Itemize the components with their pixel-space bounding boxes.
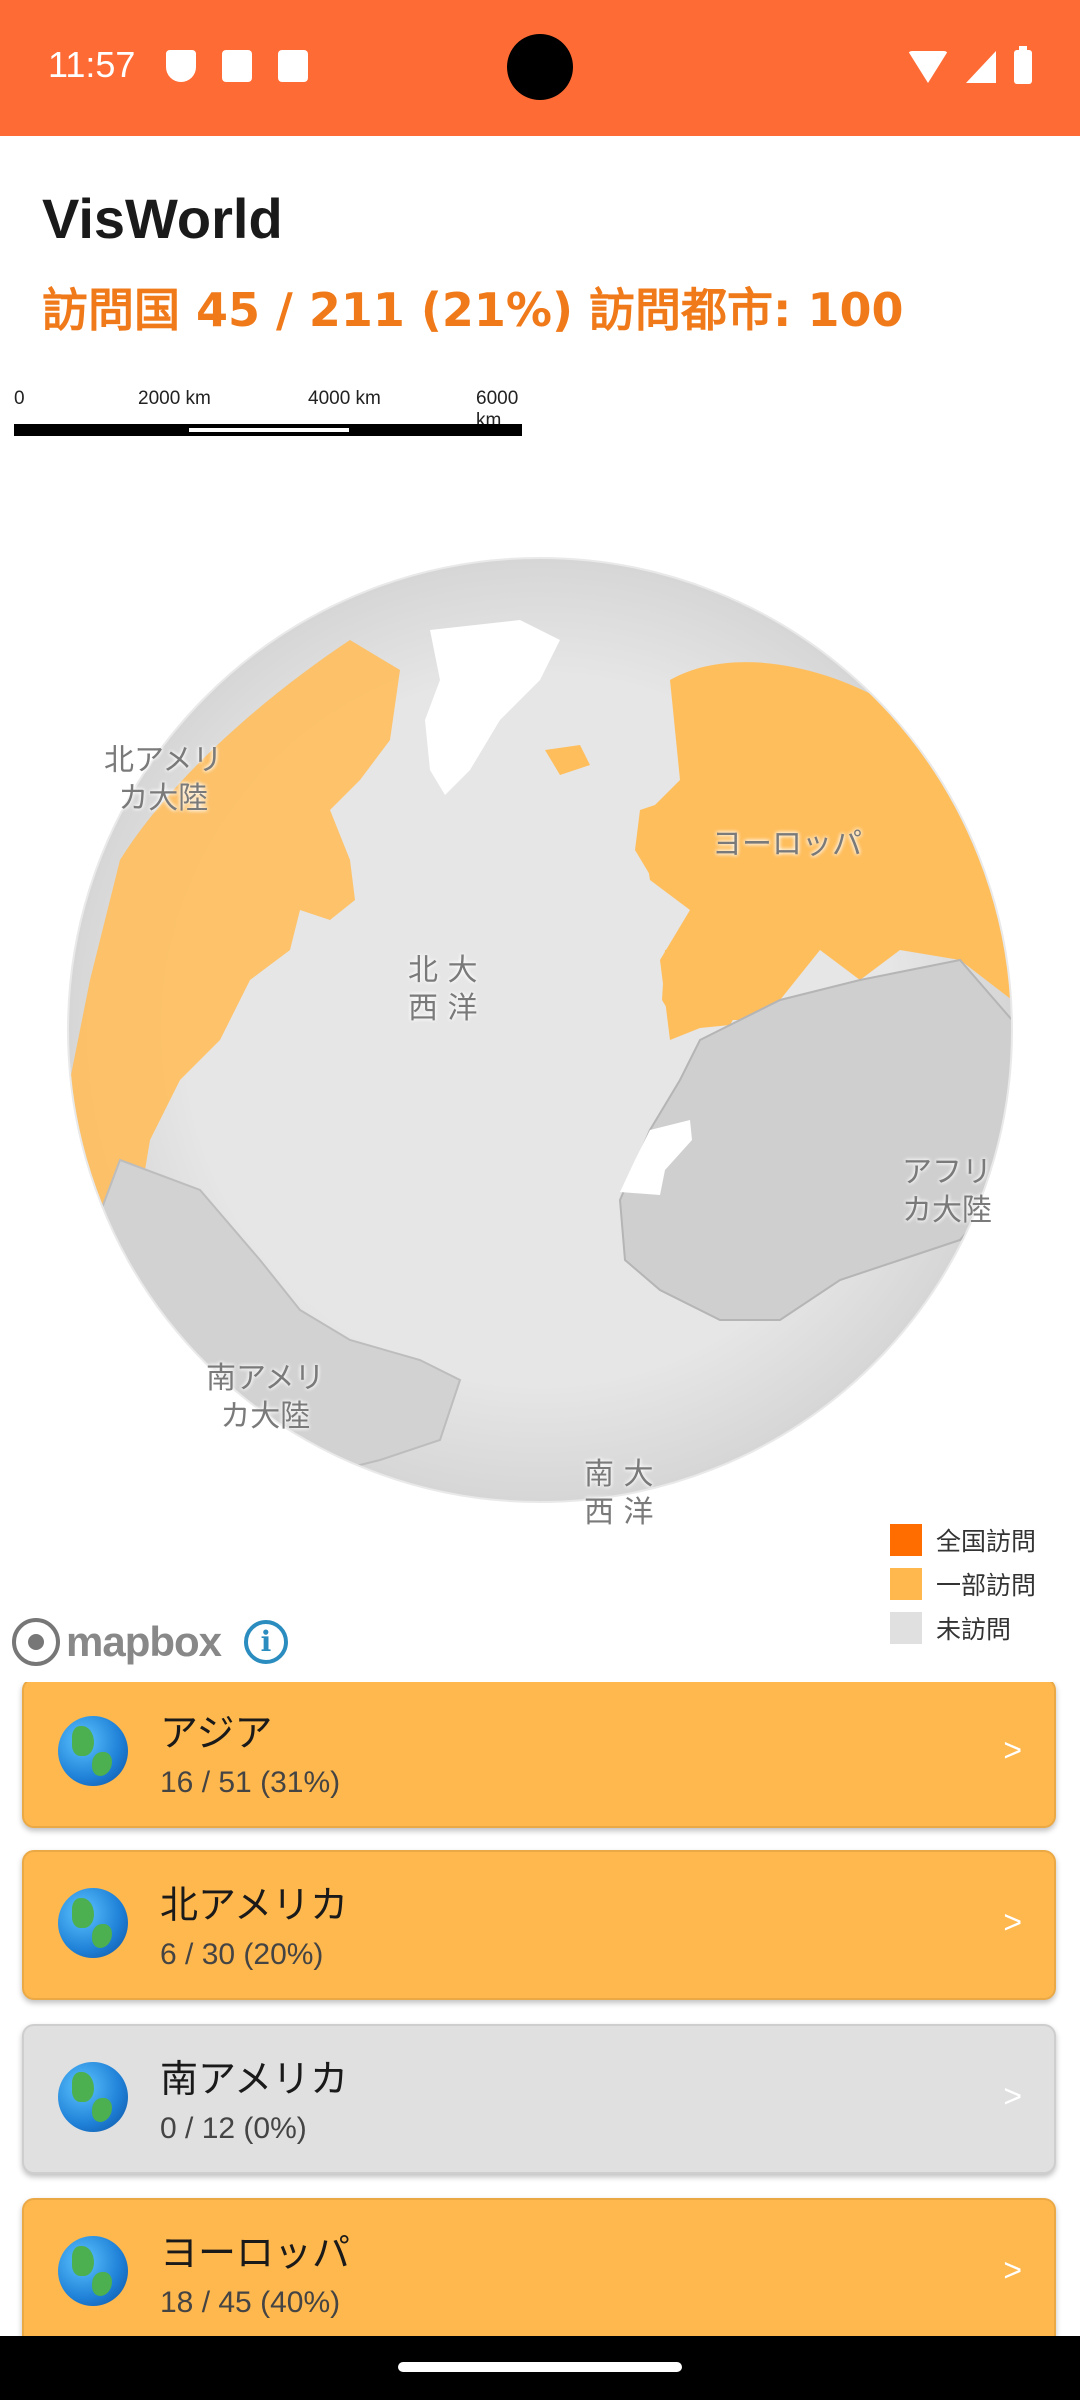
info-icon[interactable]: i — [244, 1620, 288, 1664]
legend-item-full: 全国訪問 — [890, 1518, 1036, 1562]
continent-name: アジア — [160, 1711, 273, 1755]
status-time: 11:57 — [48, 44, 136, 85]
globe[interactable] — [0, 480, 1080, 1680]
system-icons — [908, 46, 1032, 84]
label-south-america: 南アメリ カ大陸 — [206, 1361, 325, 1434]
legend-item-none: 未訪問 — [890, 1606, 1036, 1650]
continent-progress: 16 / 51 (31%) — [160, 1766, 341, 1799]
scale-bar-segment — [189, 428, 349, 432]
legend-swatch-partial — [890, 1568, 922, 1600]
scale-label-4000: 4000 km — [308, 388, 381, 409]
continent-card-south-america[interactable]: 南アメリカ 0 / 12 (0%) > — [22, 2024, 1056, 2174]
map-legend: 全国訪問 一部訪問 未訪問 — [890, 1518, 1036, 1650]
continent-card-europe[interactable]: ヨーロッパ 18 / 45 (40%) > — [22, 2198, 1056, 2336]
shield-icon — [166, 50, 196, 82]
scale-label-0: 0 — [14, 388, 25, 409]
legend-label-full: 全国訪問 — [936, 1527, 1037, 1556]
map-scale-bar: 0 2000 km 4000 km 6000 km — [14, 388, 534, 440]
continent-progress: 18 / 45 (40%) — [160, 2286, 341, 2319]
chevron-right-icon: > — [1003, 1732, 1022, 1768]
chevron-right-icon: > — [1003, 1904, 1022, 1940]
continent-name: ヨーロッパ — [160, 2231, 351, 2275]
legend-label-none: 未訪問 — [936, 1615, 1012, 1644]
continent-name: 南アメリカ — [160, 2057, 349, 2101]
continent-card-asia[interactable]: アジア 16 / 51 (31%) > — [22, 1682, 1056, 1828]
legend-label-partial: 一部訪問 — [936, 1571, 1037, 1600]
chevron-right-icon: > — [1003, 2078, 1022, 2114]
battery-icon — [1014, 46, 1032, 84]
continent-progress: 6 / 30 (20%) — [160, 1938, 324, 1971]
app-title: VisWorld — [42, 187, 283, 250]
continent-card-north-america[interactable]: 北アメリカ 6 / 30 (20%) > — [22, 1850, 1056, 2000]
continent-name: 北アメリカ — [160, 1883, 349, 1927]
label-south-atlantic: 南 大西 洋 — [584, 1457, 654, 1530]
label-europe: ヨーロッパ — [712, 827, 862, 862]
signal-icon — [966, 51, 996, 83]
scale-label-2000: 2000 km — [138, 388, 211, 409]
label-north-atlantic: 北 大西 洋 — [408, 953, 478, 1026]
label-africa: アフリ カ大陸 — [902, 1155, 992, 1228]
mapbox-wordmark: mapbox — [66, 1618, 222, 1665]
navigation-bar — [0, 2336, 1080, 2400]
globe-americas-icon — [58, 1888, 128, 1958]
notification-icons — [166, 50, 308, 82]
front-camera — [507, 34, 573, 100]
globe-americas-icon — [58, 2062, 128, 2132]
mapbox-logo[interactable]: mapbox — [12, 1618, 222, 1666]
legend-swatch-none — [890, 1612, 922, 1644]
chevron-right-icon: > — [1003, 2252, 1022, 2288]
legend-swatch-full — [890, 1524, 922, 1556]
label-north-america: 北アメリ カ大陸 — [104, 743, 223, 816]
globe-asia-icon — [58, 1716, 128, 1786]
status-bar: 11:57 — [0, 0, 1080, 136]
legend-item-partial: 一部訪問 — [890, 1562, 1036, 1606]
visit-stats: 訪問国 45 / 211 (21%) 訪問都市: 100 — [42, 283, 904, 337]
globe-europe-africa-icon — [58, 2236, 128, 2306]
home-gesture-handle[interactable] — [398, 2362, 682, 2372]
font-icon — [278, 50, 308, 82]
mapbox-icon — [12, 1618, 60, 1666]
wifi-icon — [908, 51, 948, 83]
world-map[interactable]: 北アメリ カ大陸 ヨーロッパ 北 大西 洋 アフリ カ大陸 南アメリ カ大陸 南 大西… — [0, 480, 1080, 1680]
continent-progress: 0 / 12 (0%) — [160, 2112, 307, 2145]
continent-list[interactable]: アジア 16 / 51 (31%) > 北アメリカ 6 / 30 (20%) >… — [0, 1682, 1080, 2336]
sd-card-icon — [222, 50, 252, 82]
